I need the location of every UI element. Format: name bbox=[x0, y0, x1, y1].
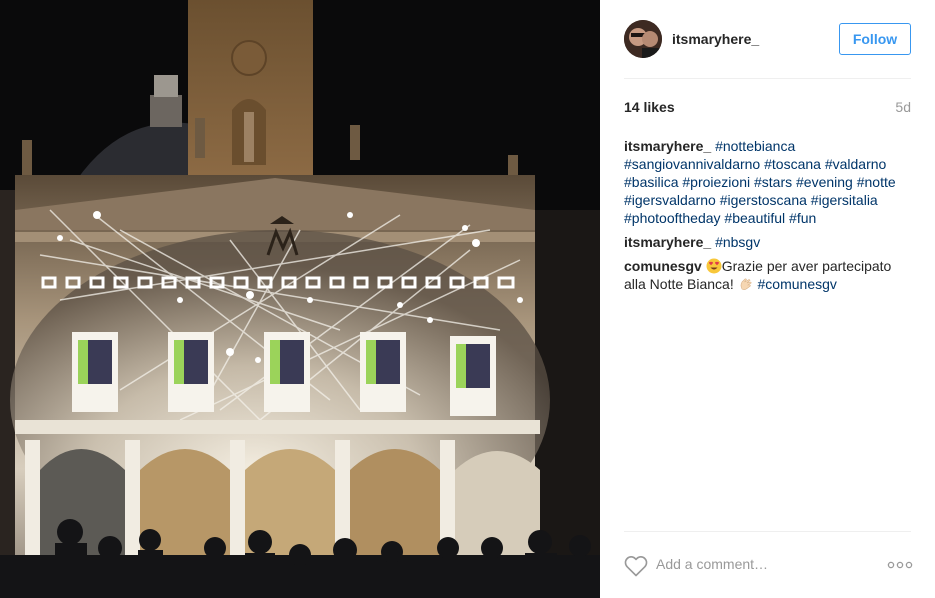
avatar-image bbox=[624, 20, 662, 58]
likes-row: 14 likes 5d bbox=[624, 99, 911, 117]
follow-button[interactable]: Follow bbox=[839, 23, 911, 55]
comment: itsmaryhere_ #nbsgv bbox=[624, 233, 914, 251]
divider bbox=[624, 78, 911, 79]
post-sidebar: itsmaryhere_ Follow 14 likes 5d itsmaryh… bbox=[600, 0, 935, 598]
hashtag-link[interactable]: #igersitalia bbox=[811, 192, 878, 208]
hashtag-link[interactable]: #fun bbox=[789, 210, 816, 226]
post-age[interactable]: 5d bbox=[895, 99, 911, 115]
more-options-icon[interactable] bbox=[887, 558, 913, 572]
heart-outline-icon[interactable] bbox=[624, 555, 648, 577]
clapping-hands-emoji bbox=[740, 278, 752, 290]
comment: comunesgv Grazie per aver partecipato al… bbox=[624, 257, 914, 293]
post-author-username[interactable]: itsmaryhere_ bbox=[672, 31, 759, 47]
avatar[interactable] bbox=[624, 20, 662, 58]
comment-username[interactable]: comunesgv bbox=[624, 258, 702, 274]
hashtag-link[interactable]: #proiezioni bbox=[682, 174, 750, 190]
divider bbox=[624, 531, 911, 532]
add-comment-input[interactable] bbox=[656, 552, 876, 576]
hashtag-link[interactable]: #toscana bbox=[764, 156, 821, 172]
likes-count[interactable]: 14 likes bbox=[624, 99, 675, 115]
hashtag-link[interactable]: #nottebianca bbox=[715, 138, 795, 154]
hashtag-link[interactable]: #photooftheday bbox=[624, 210, 721, 226]
hashtag-link[interactable]: #beautiful bbox=[724, 210, 785, 226]
basilica-night-projection-image bbox=[0, 0, 600, 598]
heart-eyes-emoji bbox=[706, 258, 722, 274]
hashtag-link[interactable]: #notte bbox=[857, 174, 896, 190]
comment-username[interactable]: itsmaryhere_ bbox=[624, 234, 711, 250]
hashtag-link[interactable]: #valdarno bbox=[825, 156, 887, 172]
hashtag-link[interactable]: #sangiovannivaldarno bbox=[624, 156, 760, 172]
hashtag-link[interactable]: #evening bbox=[796, 174, 853, 190]
hashtag-link[interactable]: #stars bbox=[754, 174, 792, 190]
hashtag-link[interactable]: #basilica bbox=[624, 174, 678, 190]
comments-list: itsmaryhere_ #nottebianca #sangiovanniva… bbox=[624, 137, 914, 299]
post-photo[interactable] bbox=[0, 0, 600, 598]
comment-username[interactable]: itsmaryhere_ bbox=[624, 138, 711, 154]
hashtag-link[interactable]: #igerstoscana bbox=[720, 192, 807, 208]
hashtag-link[interactable]: #igersvaldarno bbox=[624, 192, 716, 208]
post-header: itsmaryhere_ Follow bbox=[624, 20, 911, 60]
hashtag-link[interactable]: #comunesgv bbox=[758, 276, 837, 292]
hashtag-link[interactable]: #nbsgv bbox=[715, 234, 760, 250]
comment: itsmaryhere_ #nottebianca #sangiovanniva… bbox=[624, 137, 914, 227]
